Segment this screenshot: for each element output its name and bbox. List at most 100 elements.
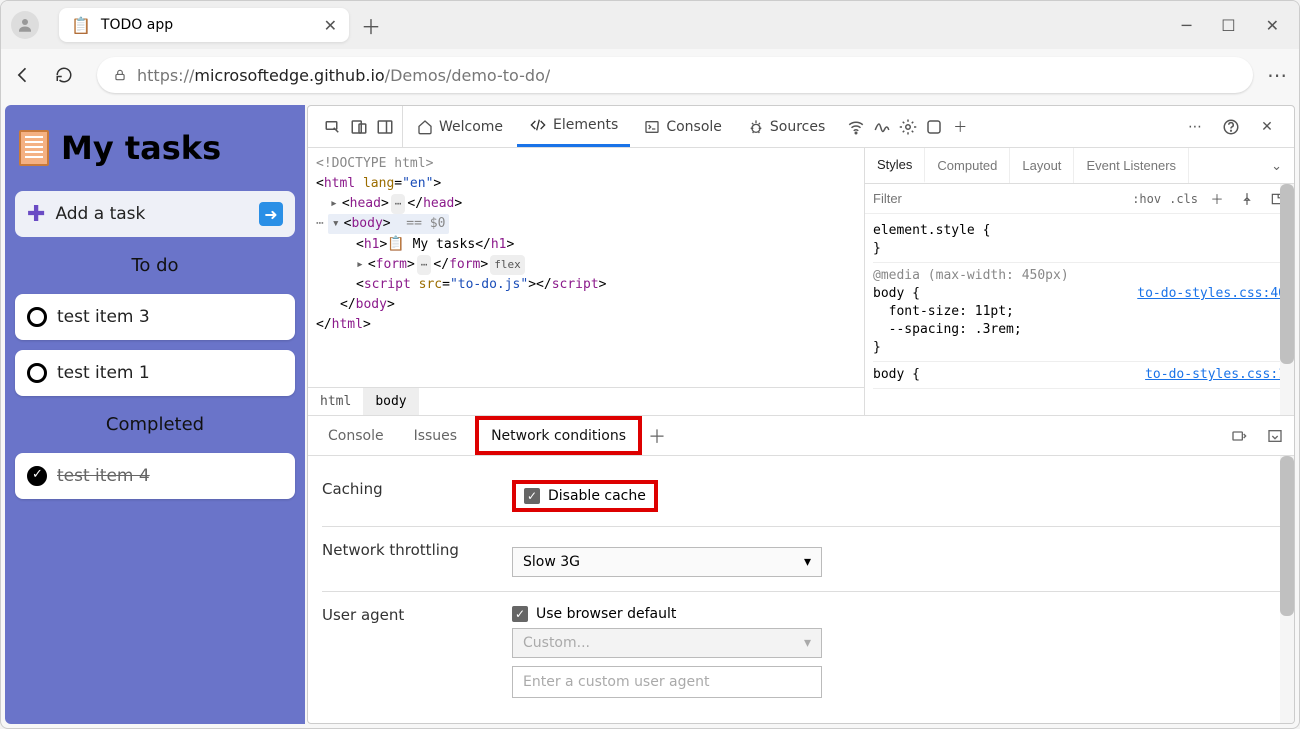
tab-styles[interactable]: Styles [865,148,925,183]
caching-setting: Caching ✓ Disable cache [322,466,1280,527]
pin-icon[interactable] [1236,188,1258,210]
inspect-element-icon[interactable] [322,116,344,138]
gear-icon[interactable] [897,116,919,138]
drawer-scrollbar[interactable] [1280,456,1294,723]
tab-event-listeners[interactable]: Event Listeners [1074,148,1189,183]
performance-icon[interactable] [871,116,893,138]
url-bar[interactable]: https://microsoftedge.github.io/Demos/de… [97,57,1253,93]
tab-title: TODO app [101,17,173,33]
checkbox-icon[interactable] [27,307,47,327]
drawer-add-tab-icon[interactable]: ＋ [648,423,666,449]
dom-breadcrumb[interactable]: html body [308,387,864,415]
more-tools-icon[interactable]: ⋯ [1184,116,1206,138]
tab-favicon-icon: 📋 [71,16,91,35]
styles-code[interactable]: element.style {} @media (max-width: 450p… [865,214,1294,393]
stylesheet-link[interactable]: to-do-styles.css:40 [1137,285,1286,303]
checkbox-checked-icon[interactable] [27,466,47,486]
useragent-select: Custom... ▾ [512,628,822,658]
task-label: test item 3 [57,307,150,327]
window-maximize-icon[interactable]: ☐ [1221,16,1235,35]
throttling-select[interactable]: Slow 3G ▾ [512,547,822,577]
drawer-options-icon[interactable] [1228,425,1250,447]
device-toolbar-icon[interactable] [348,116,370,138]
url-text: https://microsoftedge.github.io/Demos/de… [137,66,550,85]
drawer-tab-network-conditions[interactable]: Network conditions [475,416,642,455]
app-panel: My tasks ✚ Add a task ➜ To do test item … [5,105,305,724]
profile-avatar[interactable] [11,11,39,39]
back-button[interactable] [13,65,41,85]
tab-elements[interactable]: Elements [517,106,630,147]
address-bar-row: https://microsoftedge.github.io/Demos/de… [1,49,1299,101]
throttling-setting: Network throttling Slow 3G ▾ [322,527,1280,592]
styles-scrollbar[interactable] [1280,184,1294,415]
window-minimize-icon[interactable]: ─ [1182,16,1192,35]
browser-menu-button[interactable]: ⋯ [1267,63,1287,87]
app-title: My tasks [61,129,221,167]
close-tab-icon[interactable]: ✕ [324,16,337,35]
styles-filter-row: :hov .cls ＋ [865,184,1294,214]
task-item[interactable]: test item 3 [15,294,295,340]
checkbox-icon[interactable] [27,363,47,383]
tab-sources[interactable]: Sources [736,106,837,147]
task-label: test item 1 [57,363,150,383]
devtools-toolbar: Welcome Elements Console Sources [308,106,1294,148]
checkbox-checked-icon: ✓ [524,488,540,504]
drawer-collapse-icon[interactable] [1264,425,1286,447]
drawer-tabs: Console Issues Network conditions ＋ [308,416,1294,456]
console-icon [644,119,660,135]
dock-side-icon[interactable] [374,116,396,138]
devtools-drawer: Console Issues Network conditions ＋ Cach… [308,416,1294,723]
help-icon[interactable] [1220,116,1242,138]
styles-filter-input[interactable] [871,190,1124,207]
task-item-completed[interactable]: test item 4 [15,453,295,499]
chevron-down-icon[interactable]: ⌄ [1259,158,1294,174]
home-icon [417,119,433,135]
task-item[interactable]: test item 1 [15,350,295,396]
app-header: My tasks [15,115,295,181]
stylesheet-link[interactable]: to-do-styles.css:1 [1145,366,1286,384]
app-icon[interactable] [923,116,945,138]
add-task-input[interactable]: ✚ Add a task ➜ [15,191,295,237]
useragent-setting: User agent ✓ Use browser default Custom.… [322,592,1280,712]
lock-icon [113,68,127,82]
drawer-tab-issues[interactable]: Issues [402,416,470,455]
browser-tab[interactable]: 📋 TODO app ✕ [59,8,349,42]
hov-toggle[interactable]: :hov [1132,192,1161,206]
devtools-panel: Welcome Elements Console Sources [307,105,1295,724]
titlebar: 📋 TODO app ✕ ＋ ─ ☐ ✕ [1,1,1299,49]
tab-computed[interactable]: Computed [925,148,1010,183]
add-tab-icon[interactable]: ＋ [949,116,971,138]
chevron-down-icon: ▾ [804,554,811,570]
dom-tree[interactable]: <!DOCTYPE html> <html lang="en"> ▸<head>… [308,148,864,387]
close-devtools-icon[interactable]: ✕ [1256,116,1278,138]
completed-section-header: Completed [15,406,295,443]
todo-section-header: To do [15,247,295,284]
wifi-icon[interactable] [845,116,867,138]
caching-label: Caching [322,480,482,498]
add-task-label: Add a task [55,204,145,224]
useragent-label: User agent [322,606,482,624]
disable-cache-checkbox[interactable]: ✓ Disable cache [512,480,658,512]
browser-window: 📋 TODO app ✕ ＋ ─ ☐ ✕ https://microsofted… [0,0,1300,729]
cls-toggle[interactable]: .cls [1169,192,1198,206]
code-icon [529,117,547,133]
plus-icon: ✚ [27,202,45,227]
styles-tabs: Styles Computed Layout Event Listeners ⌄ [865,148,1294,184]
tab-console[interactable]: Console [632,106,734,147]
chevron-down-icon: ▾ [804,635,811,651]
clipboard-icon [19,130,49,166]
refresh-button[interactable] [55,66,83,84]
tab-welcome[interactable]: Welcome [405,106,515,147]
bug-icon [748,119,764,135]
styles-panel: Styles Computed Layout Event Listeners ⌄… [864,148,1294,415]
window-close-icon[interactable]: ✕ [1266,16,1279,35]
new-style-icon[interactable]: ＋ [1206,188,1228,210]
useragent-input: Enter a custom user agent [512,666,822,698]
throttling-label: Network throttling [322,541,482,559]
tab-layout[interactable]: Layout [1010,148,1074,183]
drawer-tab-console[interactable]: Console [316,416,396,455]
new-tab-button[interactable]: ＋ [361,11,381,40]
checkbox-checked-icon: ✓ [512,606,528,622]
use-browser-default-checkbox[interactable]: ✓ Use browser default [512,606,832,622]
submit-task-button[interactable]: ➜ [259,202,283,226]
